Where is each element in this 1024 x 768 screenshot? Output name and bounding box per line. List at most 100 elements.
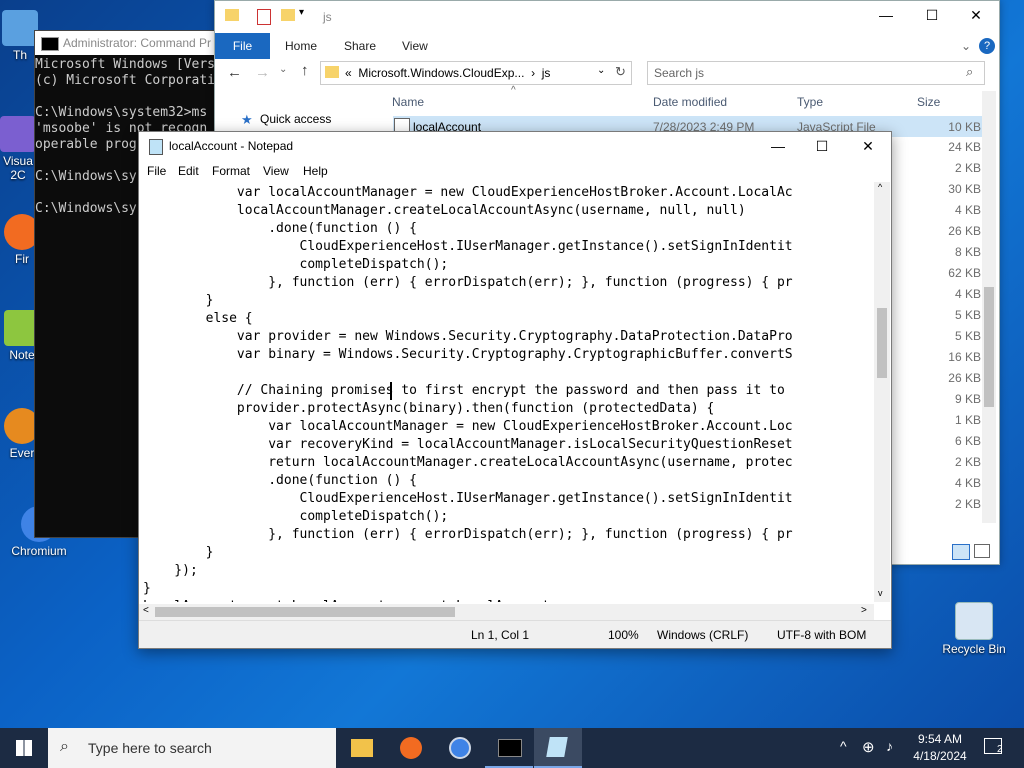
cmd-icon	[41, 37, 59, 51]
minimize-button[interactable]: —	[863, 1, 909, 29]
scrollbar-thumb[interactable]	[877, 308, 887, 378]
column-header-date[interactable]: Date modified	[653, 95, 727, 109]
column-header-type[interactable]: Type	[797, 95, 823, 109]
new-folder-icon[interactable]	[281, 9, 295, 21]
taskbar: ⌕ Type here to search ^ ⊕ ♪ 9:54 AM 4/18…	[0, 728, 1024, 768]
chromium-icon	[449, 737, 471, 759]
vertical-scrollbar[interactable]: ^ v	[874, 182, 890, 602]
ribbon-tab-view[interactable]: View	[402, 33, 428, 59]
menu-format[interactable]: Format	[212, 164, 250, 178]
desktop-icon-recycle-bin[interactable]: Recycle Bin	[938, 602, 1010, 656]
menu-view[interactable]: View	[263, 164, 289, 178]
properties-icon[interactable]	[257, 9, 271, 25]
windows-logo-icon	[16, 740, 32, 756]
menu-file[interactable]: File	[147, 164, 166, 178]
chevron-down-icon[interactable]: ▾	[299, 7, 304, 18]
file-size-cell: 9 KB	[954, 392, 981, 406]
chevron-up-icon[interactable]: ^	[840, 738, 847, 754]
file-size-cell: 4 KB	[954, 287, 981, 301]
horizontal-scrollbar[interactable]: < >	[139, 604, 874, 620]
taskbar-chromium[interactable]	[436, 728, 484, 768]
maximize-button[interactable]: ☐	[799, 132, 845, 160]
file-size-cell: 1 KB	[954, 413, 981, 427]
address-bar[interactable]: « Microsoft.Windows.CloudExp... › js ⌄ ↻	[320, 61, 632, 85]
file-size-cell: 6 KB	[954, 434, 981, 448]
scrollbar-thumb[interactable]	[155, 607, 455, 617]
search-icon: ⌕	[966, 64, 974, 79]
refresh-icon[interactable]: ↻	[615, 64, 626, 80]
ribbon-tab-home[interactable]: Home	[285, 33, 317, 59]
this-pc-icon	[2, 10, 38, 46]
file-size-cell: 16 KB	[948, 350, 981, 364]
file-size-cell: 26 KB	[948, 371, 981, 385]
back-arrow-icon[interactable]: ←	[227, 64, 242, 81]
menu-help[interactable]: Help	[303, 164, 328, 178]
taskbar-firefox[interactable]	[387, 728, 435, 768]
file-size-cell: 62 KB	[948, 266, 981, 280]
close-button[interactable]: ✕	[953, 1, 999, 29]
recent-locations-icon[interactable]: ⌄	[279, 64, 287, 75]
notepad-titlebar[interactable]: localAccount - Notepad — ☐ ✕	[139, 132, 891, 160]
file-size-cell: 8 KB	[954, 245, 981, 259]
forward-arrow-icon[interactable]: →	[255, 64, 270, 81]
cmd-icon	[498, 739, 522, 757]
scrollbar-thumb[interactable]	[984, 287, 994, 407]
cmd-title: Administrator: Command Pr	[63, 36, 212, 50]
maximize-button[interactable]: ☐	[909, 1, 955, 29]
menu-edit[interactable]: Edit	[178, 164, 199, 178]
explorer-search-box[interactable]: Search js ⌕	[647, 61, 985, 85]
chevron-down-icon[interactable]: ⌄	[597, 65, 605, 76]
editor-text[interactable]: var localAccountManager = new CloudExper…	[139, 182, 874, 602]
notepad-title: localAccount - Notepad	[169, 139, 294, 153]
up-arrow-icon[interactable]: ↑	[301, 62, 309, 79]
quick-access-link[interactable]: Quick access	[260, 112, 331, 126]
help-icon[interactable]: ?	[979, 38, 995, 54]
visual-studio-icon	[0, 116, 36, 152]
scroll-left-arrow-icon[interactable]: <	[143, 605, 149, 616]
scroll-right-arrow-icon[interactable]: >	[861, 605, 867, 616]
file-size-cell: 2 KB	[954, 161, 981, 175]
taskbar-command-prompt[interactable]	[485, 728, 533, 768]
taskbar-clock[interactable]: 9:54 AM 4/18/2024	[904, 731, 976, 765]
status-position: Ln 1, Col 1	[471, 628, 530, 642]
ribbon-tab-file[interactable]: File	[215, 33, 270, 59]
explorer-ribbon: File Home Share View ⌄ ?	[215, 33, 999, 59]
firefox-icon	[400, 737, 422, 759]
address-path: « Microsoft.Windows.CloudExp... › js	[345, 66, 551, 80]
desktop-icon-label: Chromium	[11, 544, 67, 558]
chevron-down-icon[interactable]: ⌄	[961, 39, 971, 53]
ribbon-tab-share[interactable]: Share	[344, 33, 376, 59]
start-button[interactable]	[0, 728, 48, 768]
column-header-name[interactable]: Name	[392, 95, 424, 109]
file-size: 10 KB	[948, 120, 981, 134]
taskbar-search-placeholder: Type here to search	[88, 740, 212, 756]
minimize-button[interactable]: —	[755, 132, 801, 160]
text-cursor-icon	[390, 382, 392, 400]
explorer-title: js	[323, 10, 332, 24]
file-size-cell: 5 KB	[954, 329, 981, 343]
details-view-icon[interactable]	[952, 544, 970, 560]
status-zoom: 100%	[608, 628, 639, 642]
taskbar-search-box[interactable]: ⌕ Type here to search	[48, 728, 336, 768]
explorer-titlebar[interactable]: ▾ js — ☐ ✕	[215, 1, 999, 33]
file-size-cell: 5 KB	[954, 308, 981, 322]
large-icons-view-icon[interactable]	[974, 544, 990, 558]
notepad-icon	[546, 737, 568, 757]
taskbar-notepad[interactable]	[534, 728, 582, 768]
column-header-size[interactable]: Size	[917, 95, 940, 109]
clock-time: 9:54 AM	[917, 732, 963, 746]
volume-muted-icon[interactable]: ♪	[886, 738, 893, 754]
file-size-cell: 2 KB	[954, 455, 981, 469]
scroll-up-arrow-icon[interactable]: ^	[878, 182, 882, 192]
scroll-down-arrow-icon[interactable]: v	[878, 588, 883, 598]
vertical-scrollbar[interactable]	[982, 91, 996, 523]
notepad-menubar: File Edit Format View Help	[139, 160, 891, 182]
taskbar-file-explorer[interactable]	[338, 728, 386, 768]
folder-icon	[325, 66, 339, 78]
notepad-window[interactable]: localAccount - Notepad — ☐ ✕ File Edit F…	[138, 131, 892, 649]
notepad-editor[interactable]: var localAccountManager = new CloudExper…	[139, 182, 874, 602]
language-globe-icon[interactable]: ⊕	[862, 738, 875, 756]
close-button[interactable]: ✕	[845, 132, 891, 160]
file-size-cell: 4 KB	[954, 476, 981, 490]
status-eol: Windows (CRLF)	[657, 628, 749, 642]
